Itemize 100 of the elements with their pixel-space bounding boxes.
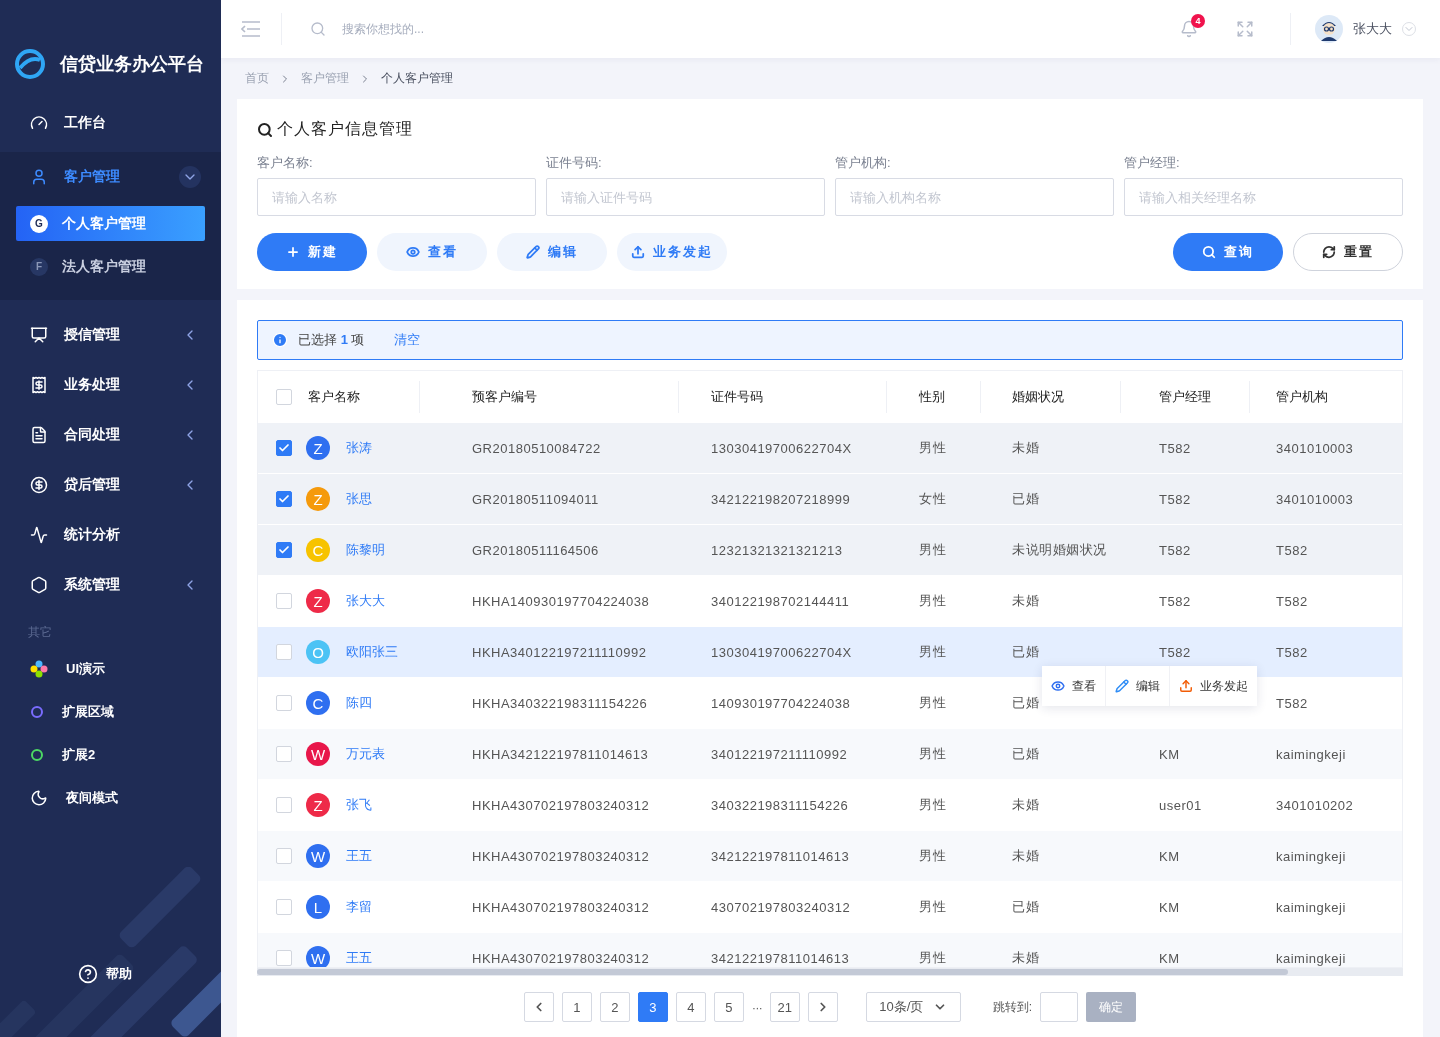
scrollbar[interactable] bbox=[257, 968, 1403, 976]
nav-item[interactable]: 夜间模式 bbox=[0, 776, 221, 819]
page-button[interactable]: 3 bbox=[637, 992, 668, 1022]
table-cell-text: 男性 bbox=[918, 949, 947, 967]
menu-item[interactable]: 查看 bbox=[1042, 666, 1105, 706]
nav-item[interactable]: 贷后管理 bbox=[0, 460, 221, 510]
reset-button[interactable]: 重置 bbox=[1293, 233, 1403, 271]
table-row[interactable]: Z 张思 GR20180511094011 342122198207218999 女性 已婚 T582 3401010003 bbox=[258, 474, 1402, 525]
table-cell-text: HKHA340122197211110992 bbox=[471, 644, 648, 660]
table-cell-text: 340322198311154226 bbox=[710, 797, 850, 813]
table-cell-text: 男性 bbox=[918, 796, 947, 814]
checkbox[interactable] bbox=[276, 491, 292, 507]
selection-count: 已选择 1 项 bbox=[298, 331, 365, 349]
avatar: Z bbox=[306, 436, 330, 460]
table-cell-text: kaimingkeji bbox=[1275, 746, 1347, 762]
table-row[interactable]: W 王五 HKHA430702197803240312 342122197811014613 男性 未婚 KM kaimingkeji bbox=[258, 831, 1402, 882]
avatar: C bbox=[306, 691, 330, 715]
search-icon bbox=[310, 21, 326, 37]
nav-subitem[interactable]: F 法人客户管理 bbox=[16, 249, 205, 284]
customer-name-link[interactable]: 张涛 bbox=[346, 439, 372, 457]
nav-subitem[interactable]: G 个人客户管理 bbox=[16, 206, 205, 241]
table-cell-text: 3401010003 bbox=[1275, 491, 1355, 507]
checkbox[interactable] bbox=[276, 440, 292, 456]
page-button[interactable]: 4 bbox=[675, 992, 706, 1022]
avatar: Z bbox=[306, 487, 330, 511]
field-label: 管户机构: bbox=[835, 154, 892, 172]
customer-name-link[interactable]: 陈黎明 bbox=[346, 541, 385, 559]
table-cell-text: KM bbox=[1158, 746, 1181, 762]
hexagon-icon bbox=[30, 576, 48, 594]
customer-name-link[interactable]: 王五 bbox=[346, 949, 372, 967]
table-cell-text: 3401010202 bbox=[1275, 797, 1355, 813]
customer-name-link[interactable]: 王五 bbox=[346, 847, 372, 865]
menu-icon[interactable] bbox=[241, 21, 261, 37]
table-cell-text: 340122197211110992 bbox=[710, 746, 849, 762]
fullscreen-icon[interactable] bbox=[1236, 20, 1254, 38]
page-input[interactable] bbox=[1040, 992, 1079, 1022]
action-button[interactable]: 业务发起 bbox=[617, 233, 727, 271]
table-cell-text: 140930197704224038 bbox=[710, 695, 852, 711]
table-cell-text: user01 bbox=[1158, 797, 1203, 813]
clear-link[interactable]: 清空 bbox=[394, 331, 421, 349]
action-button[interactable]: 查看 bbox=[377, 233, 487, 271]
avatar: Z bbox=[306, 793, 330, 817]
eye-icon bbox=[1051, 679, 1065, 693]
nav-item[interactable]: UI演示 bbox=[0, 647, 221, 690]
breadcrumb-link[interactable]: 个人客户管理 bbox=[381, 70, 453, 87]
notification-badge: 4 bbox=[1191, 14, 1205, 28]
pencil-icon bbox=[526, 245, 540, 259]
table-cell-text: 男性 bbox=[918, 745, 947, 763]
customer-name-link[interactable]: 张大大 bbox=[346, 592, 385, 610]
table-cell-text: T582 bbox=[1275, 644, 1309, 660]
nav-item[interactable]: 系统管理 bbox=[0, 560, 221, 610]
moon-icon bbox=[30, 788, 48, 807]
menu-item[interactable]: 业务发起 bbox=[1169, 666, 1257, 706]
table-row[interactable]: W 万元表 HKHA342122197811014613 340122197211110992 男性 已婚 KM kaimingkeji bbox=[258, 729, 1402, 780]
nav-item[interactable]: 统计分析 bbox=[0, 510, 221, 560]
search-icon bbox=[1202, 245, 1216, 259]
previous-page-button[interactable] bbox=[523, 992, 554, 1022]
table-cell-text: HKHA140930197704224038 bbox=[471, 593, 651, 609]
page-button[interactable]: 1 bbox=[561, 992, 592, 1022]
nav-item[interactable]: 合同处理 bbox=[0, 410, 221, 460]
checkbox[interactable] bbox=[276, 542, 292, 558]
search-button[interactable]: 查询 bbox=[1173, 233, 1283, 271]
avatar: Z bbox=[306, 589, 330, 613]
customer-name-link[interactable]: 陈四 bbox=[346, 694, 372, 712]
table-cell-text: HKHA340322198311154226 bbox=[471, 695, 649, 711]
field-label: 管户经理: bbox=[1124, 154, 1181, 172]
table-cell-text: 13030419700622704X bbox=[710, 644, 853, 660]
nav-item[interactable]: 扩展2 bbox=[0, 733, 221, 776]
page-button[interactable]: 5 bbox=[713, 992, 744, 1022]
table-row[interactable]: C 陈黎明 GR20180511164506 12321321321321213 男性 未说明婚姻状况 T582 T582 bbox=[258, 525, 1402, 576]
page-button[interactable]: 21 bbox=[769, 992, 800, 1022]
action-button[interactable]: 编辑 bbox=[497, 233, 607, 271]
user-name[interactable]: 张大大 bbox=[1353, 20, 1392, 38]
customer-name-link[interactable]: 李留 bbox=[346, 898, 372, 916]
next-page-button[interactable] bbox=[807, 992, 838, 1022]
nav-item[interactable]: 客户管理 bbox=[0, 152, 221, 202]
dots-icon bbox=[30, 659, 48, 678]
nav-item[interactable]: 授信管理 bbox=[0, 310, 221, 360]
table-cell-text: kaimingkeji bbox=[1275, 899, 1347, 915]
action-button[interactable]: 新建 bbox=[257, 233, 367, 271]
board-icon bbox=[30, 326, 48, 344]
page-button[interactable]: 2 bbox=[599, 992, 630, 1022]
nav-item[interactable]: 扩展区域 bbox=[0, 690, 221, 733]
customer-name-link[interactable]: 张思 bbox=[346, 490, 372, 508]
user-icon bbox=[30, 168, 48, 186]
customer-name-link[interactable]: 张飞 bbox=[346, 796, 372, 814]
table-cell-text: T582 bbox=[1275, 695, 1309, 711]
table-row[interactable]: W 王五 HKHA430702197803240312 342122197811014613 男性 未婚 KM kaimingkeji bbox=[258, 933, 1402, 967]
upload-icon bbox=[1179, 679, 1193, 693]
table-cell-text: 未婚 bbox=[1011, 949, 1040, 967]
help-button[interactable]: 帮助 bbox=[78, 964, 132, 984]
nav-item[interactable]: 业务处理 bbox=[0, 360, 221, 410]
customer-name-link[interactable]: 欧阳张三 bbox=[346, 643, 398, 661]
avatar: O bbox=[306, 640, 330, 664]
page-size-select[interactable]: 10条/页 bbox=[865, 992, 961, 1022]
nav-item[interactable]: 工作台 bbox=[0, 98, 221, 148]
customer-name-link[interactable]: 万元表 bbox=[346, 745, 385, 763]
table-row[interactable]: O 欧阳张三 HKHA340122197211110992 13030419700622704X 男性 已婚 T582 T582 bbox=[258, 627, 1402, 678]
menu-item[interactable]: 编辑 bbox=[1105, 666, 1169, 706]
table-row[interactable]: Z 张涛 GR20180510084722 13030419700622704X 男性 未婚 T582 3401010003 bbox=[258, 423, 1402, 474]
